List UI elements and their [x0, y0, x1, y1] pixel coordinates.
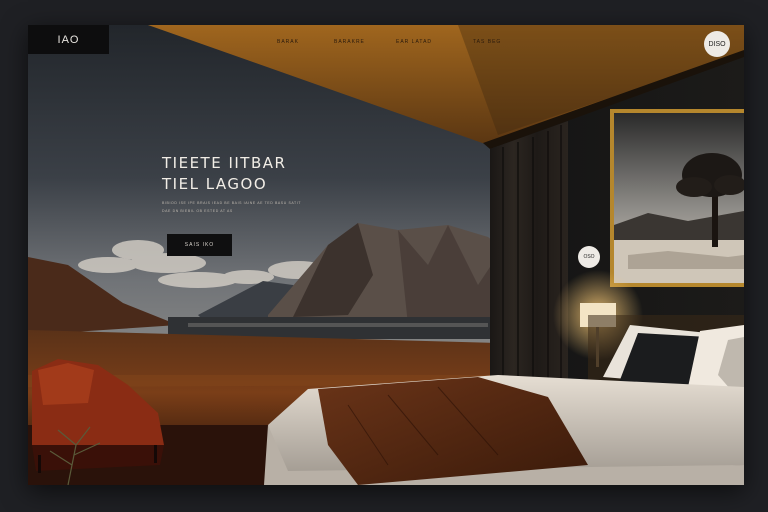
- site-logo[interactable]: IAO: [28, 25, 109, 54]
- hero-cta-button[interactable]: SAIS IKO: [167, 234, 232, 256]
- hero-title-line-1: TIEETE IITBAR: [162, 154, 287, 172]
- hero-frame: IAO BARAK BARAKRE EAR LATAD TAS BEG DISO…: [28, 25, 744, 485]
- nav-item-1[interactable]: BARAK: [277, 39, 299, 45]
- nav-item-3[interactable]: EAR LATAD: [396, 39, 432, 45]
- info-pin-text: OSO: [583, 254, 595, 260]
- nav-item-2[interactable]: BARAKRE: [334, 39, 365, 45]
- hero-subtitle: BIBIOD ISE IPE BRAIS IEAD BE BAIS IAINE …: [162, 201, 302, 213]
- info-pin-button[interactable]: OSO: [578, 246, 600, 268]
- hero-scene-image: [28, 25, 744, 485]
- corner-badge-text: DISO: [708, 40, 726, 48]
- hero-title: TIEETE IITBAR TIEL LAGOO: [162, 153, 286, 195]
- nav-item-4[interactable]: TAS BEG: [473, 39, 501, 45]
- hero-title-line-2: TIEL LAGOO: [162, 175, 268, 193]
- corner-badge-button[interactable]: DISO: [704, 31, 730, 57]
- hero-cta-label: SAIS IKO: [184, 242, 215, 248]
- logo-text: IAO: [57, 33, 80, 46]
